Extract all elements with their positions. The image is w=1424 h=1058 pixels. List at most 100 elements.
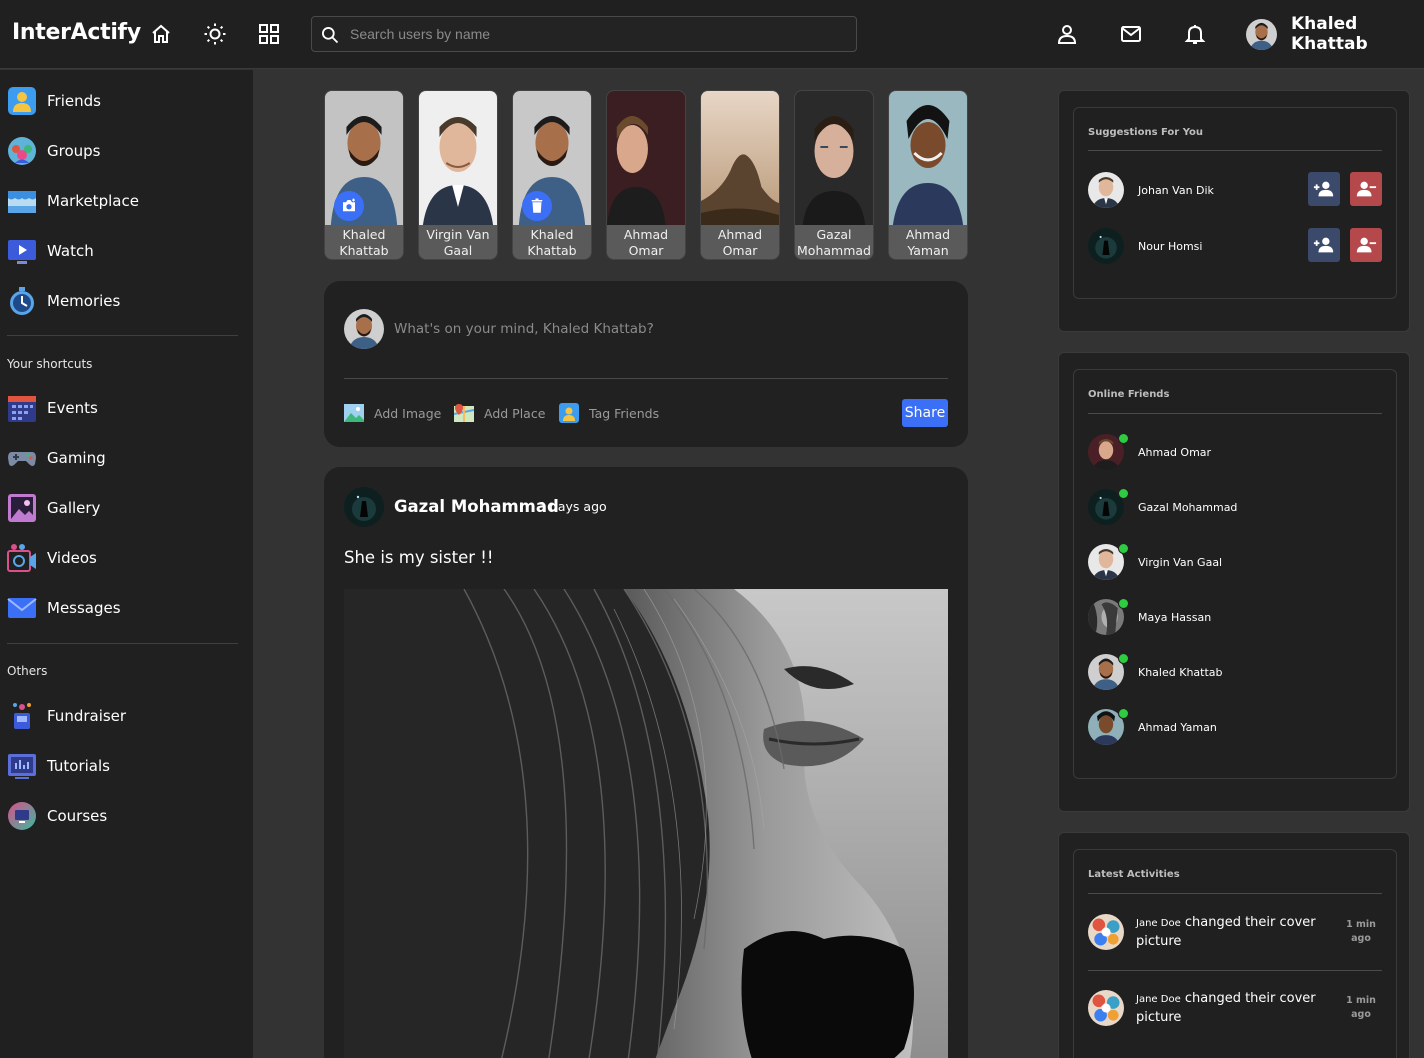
avatar[interactable] (1088, 172, 1124, 208)
online-friend-row[interactable]: Virgin Van Gaal (1088, 544, 1222, 580)
sidebar-item-messages[interactable]: Messages (7, 592, 121, 624)
grid-icon[interactable] (257, 22, 281, 46)
divider (1088, 413, 1382, 414)
composer-divider (344, 378, 948, 379)
online-friend-row[interactable]: Ahmad Omar (1088, 434, 1211, 470)
search-input[interactable] (350, 17, 850, 51)
sidebar-item-label: Watch (47, 242, 94, 260)
online-indicator (1118, 488, 1129, 499)
memories-icon (7, 286, 37, 316)
tag-friends-button[interactable]: Tag Friends (559, 403, 659, 423)
sidebar-item-courses[interactable]: Courses (7, 800, 107, 832)
app-logo[interactable]: InterActify (12, 20, 141, 45)
person-add-icon (1313, 237, 1334, 253)
online-friends-panel: Online Friends Ahmad Omar Gazal Mohammad… (1058, 352, 1410, 812)
story-card[interactable]: Ahmad Omar (606, 90, 686, 260)
friend-name: Virgin Van Gaal (1138, 555, 1223, 569)
sidebar-item-friends[interactable]: Friends (7, 85, 101, 117)
person-remove-icon (1356, 237, 1377, 253)
sidebar-item-tutorials[interactable]: Tutorials (7, 750, 110, 782)
story-image (701, 91, 779, 225)
suggestion-name[interactable]: Johan Van Dik (1138, 184, 1214, 197)
divider (1088, 970, 1382, 971)
sidebar-divider (7, 643, 238, 644)
sidebar-item-marketplace[interactable]: Marketplace (7, 185, 139, 217)
story-card[interactable]: Ahmad Omar (700, 90, 780, 260)
online-indicator (1118, 598, 1129, 609)
remove-suggestion-button[interactable] (1350, 228, 1382, 262)
post-text: She is my sister !! (344, 548, 494, 567)
sun-icon[interactable] (203, 22, 227, 46)
add-place-button[interactable]: Add Place (454, 403, 545, 423)
post-image[interactable] (344, 589, 948, 1058)
add-friend-button[interactable] (1308, 228, 1340, 262)
suggestion-row: Johan Van Dik (1088, 172, 1214, 208)
story-name: Khaled Khattab (513, 225, 591, 259)
suggestions-title: Suggestions For You (1088, 127, 1204, 138)
shortcuts-heading: Your shortcuts (7, 357, 93, 371)
sidebar-item-label: Marketplace (47, 192, 139, 210)
avatar[interactable] (1088, 914, 1124, 950)
person-remove-icon (1356, 181, 1377, 197)
composer-input[interactable]: What's on your mind, Khaled Khattab? (394, 321, 654, 337)
story-image (607, 91, 685, 225)
story-card[interactable]: Khaled Khattab (324, 90, 404, 260)
sidebar-item-memories[interactable]: Memories (7, 285, 120, 317)
story-card[interactable]: Khaled Khattab (512, 90, 592, 260)
online-friends-card: Online Friends Ahmad Omar Gazal Mohammad… (1073, 369, 1397, 779)
events-icon (7, 393, 37, 423)
user-name: Khaled Khattab (1291, 14, 1368, 54)
home-icon[interactable] (149, 22, 173, 46)
avatar[interactable] (1088, 228, 1124, 264)
suggestion-name[interactable]: Nour Homsi (1138, 240, 1202, 253)
avatar[interactable] (1088, 990, 1124, 1026)
sidebar-item-label: Videos (47, 549, 97, 567)
story-card[interactable]: Gazal Mohammad (794, 90, 874, 260)
gallery-icon (7, 493, 37, 523)
friend-name: Ahmad Yaman (1138, 720, 1217, 734)
search-icon (322, 27, 339, 44)
sidebar-item-fundraiser[interactable]: Fundraiser (7, 700, 126, 732)
avatar[interactable] (344, 487, 384, 527)
remove-suggestion-button[interactable] (1350, 172, 1382, 206)
add-image-button[interactable]: Add Image (344, 403, 441, 423)
share-button[interactable]: Share (902, 399, 948, 427)
story-image (889, 91, 967, 225)
friends-icon (7, 86, 37, 116)
marketplace-icon (7, 186, 37, 216)
online-indicator (1118, 433, 1129, 444)
online-friend-row[interactable]: Khaled Khattab (1088, 654, 1223, 690)
post-composer: What's on your mind, Khaled Khattab? Add… (324, 281, 968, 447)
online-friend-row[interactable]: Maya Hassan (1088, 599, 1211, 635)
messages-icon (7, 593, 37, 623)
online-indicator (1118, 543, 1129, 554)
sidebar-item-groups[interactable]: Groups (7, 135, 100, 167)
sidebar-item-label: Gallery (47, 499, 101, 517)
user-menu[interactable]: Khaled Khattab (1246, 14, 1424, 54)
watch-icon (7, 236, 37, 266)
sidebar-item-label: Memories (47, 292, 121, 310)
mail-icon[interactable] (1119, 22, 1143, 46)
sidebar-item-gaming[interactable]: Gaming (7, 442, 106, 474)
online-friend-row[interactable]: Ahmad Yaman (1088, 709, 1217, 745)
sidebar-item-events[interactable]: Events (7, 392, 98, 424)
story-image (419, 91, 497, 225)
online-friend-row[interactable]: Gazal Mohammad (1088, 489, 1237, 525)
sidebar-item-label: Gaming (47, 449, 106, 467)
latest-activities-panel: Latest Activities Jane Doe changed their… (1058, 832, 1410, 1058)
online-friends-title: Online Friends (1088, 389, 1170, 400)
activities-title: Latest Activities (1088, 869, 1180, 880)
person-icon[interactable] (1055, 22, 1079, 46)
post-time: 3 days ago (538, 499, 607, 514)
bell-icon[interactable] (1183, 22, 1207, 46)
story-card[interactable]: Ahmad Yaman (888, 90, 968, 260)
add-friend-button[interactable] (1308, 172, 1340, 206)
story-card[interactable]: Virgin Van Gaal (418, 90, 498, 260)
post-author[interactable]: Gazal Mohammad (394, 497, 559, 516)
top-bar: InterActify Khaled Khattab (0, 0, 1424, 69)
trash-icon[interactable] (522, 191, 552, 221)
camera-icon[interactable] (334, 191, 364, 221)
sidebar-item-videos[interactable]: Videos (7, 542, 97, 574)
sidebar-item-watch[interactable]: Watch (7, 235, 94, 267)
sidebar-item-gallery[interactable]: Gallery (7, 492, 100, 524)
